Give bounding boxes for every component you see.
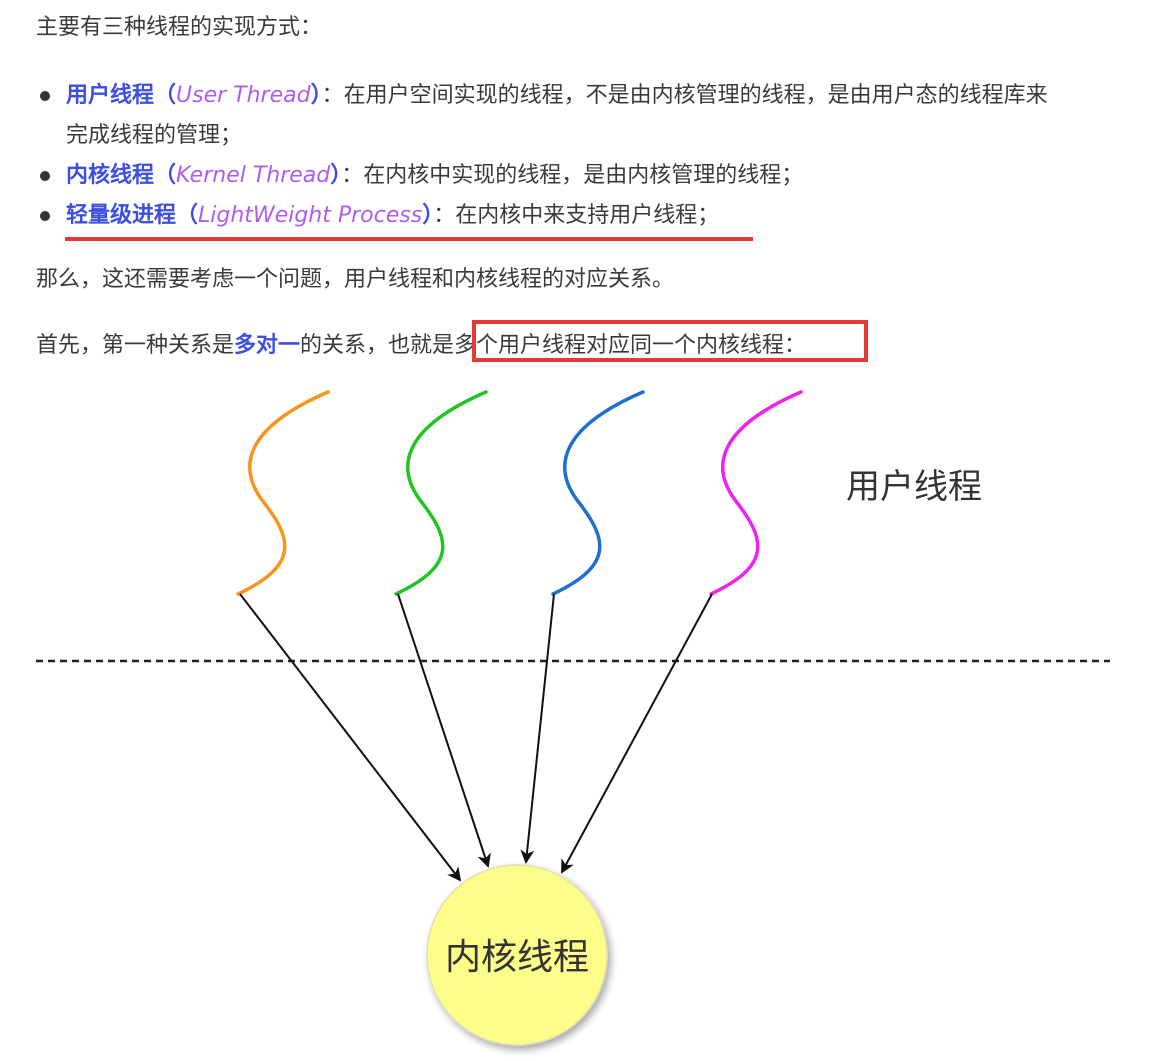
desc-kernel-thread: ：在内核中实现的线程，是由内核管理的线程； (341, 163, 804, 188)
bullet-dot (40, 171, 50, 181)
term-en-kernel-thread: Kernel Thread (176, 163, 331, 188)
list-item-lwp: 轻量级进程（LightWeight Process）：在内核中来支持用户线程； (36, 196, 1146, 236)
list-item-kernel-thread: 内核线程（Kernel Thread）：在内核中实现的线程，是由内核管理的线程； (36, 156, 1146, 196)
user-thread-wave-orange (236, 390, 330, 596)
kernel-thread-label: 内核线程 (445, 937, 589, 978)
arrow-orange-to-kernel (239, 593, 462, 882)
desc-user-thread-cont: 完成线程的管理； (66, 123, 243, 148)
many-to-one-diagram: 内核线程 用户线程 (36, 390, 1110, 1046)
intro-paragraph: 主要有三种线程的实现方式： (36, 15, 323, 40)
term-en-lwp: LightWeight Process (198, 203, 423, 228)
user-thread-label: 用户线程 (846, 467, 982, 507)
list-item-user-thread: 用户线程（User Thread）：在用户空间实现的线程，不是由内核管理的线程，… (36, 76, 1146, 156)
thread-types-list: 用户线程（User Thread）：在用户空间实现的线程，不是由内核管理的线程，… (36, 76, 1146, 236)
arrow-magenta-to-kernel (561, 593, 713, 874)
red-underline-annotation (65, 237, 753, 241)
user-thread-wave-magenta (709, 390, 803, 596)
bullet-dot (40, 211, 50, 221)
term-kernel-thread: 内核线程（Kernel Thread） (66, 163, 342, 188)
desc-lwp: ：在内核中来支持用户线程； (433, 203, 720, 228)
term-en-user-thread: User Thread (176, 83, 311, 108)
bullet-dot (40, 91, 50, 101)
arrow-green-to-kernel (397, 593, 491, 868)
arrow-blue-to-kernel (520, 593, 555, 864)
term-user-thread: 用户线程（User Thread） (66, 83, 322, 108)
user-thread-wave-green (394, 390, 488, 596)
term-lwp: 轻量级进程（LightWeight Process） (66, 203, 434, 228)
paragraph-question: 那么，这还需要考虑一个问题，用户线程和内核线程的对应关系。 (36, 267, 675, 292)
many-to-one-emphasis: 多对一 (234, 333, 301, 358)
red-box-annotation (472, 320, 868, 362)
desc-user-thread: ：在用户空间实现的线程，不是由内核管理的线程，是由用户态的线程库来 (321, 83, 1048, 108)
user-thread-wave-blue (551, 390, 645, 596)
